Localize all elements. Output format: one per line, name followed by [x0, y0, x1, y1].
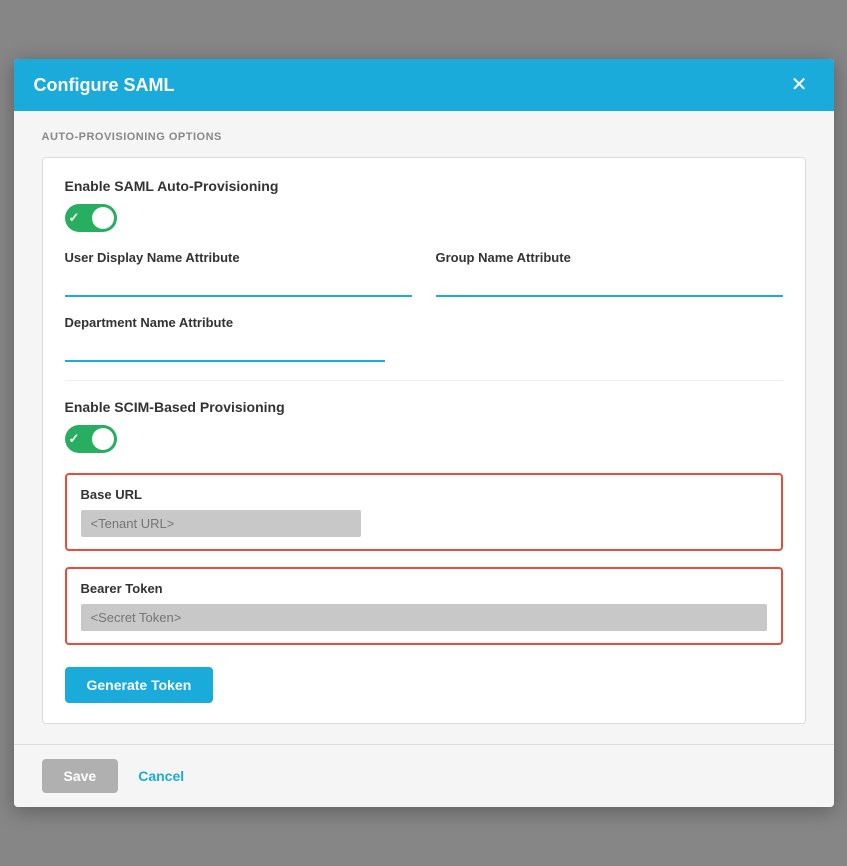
- enable-scim-label: Enable SCIM-Based Provisioning: [65, 399, 783, 415]
- divider-1: [65, 380, 783, 381]
- options-card: Enable SAML Auto-Provisioning ✓ User Dis…: [42, 157, 806, 724]
- department-name-group: Department Name Attribute: [65, 315, 385, 362]
- configure-saml-modal: Configure SAML ✕ AUTO-PROVISIONING OPTIO…: [14, 59, 834, 807]
- user-display-name-group: User Display Name Attribute: [65, 250, 412, 297]
- user-display-name-input[interactable]: [65, 271, 412, 297]
- enable-saml-toggle[interactable]: ✓: [65, 204, 783, 232]
- group-name-label: Group Name Attribute: [436, 250, 783, 265]
- scim-toggle-check-icon: ✓: [69, 431, 80, 447]
- bearer-token-label: Bearer Token: [81, 581, 767, 596]
- cancel-button[interactable]: Cancel: [138, 768, 184, 784]
- bearer-token-box: Bearer Token: [65, 567, 783, 645]
- scim-toggle-track: ✓: [65, 425, 117, 453]
- toggle-track: ✓: [65, 204, 117, 232]
- toggle-thumb: [92, 207, 114, 229]
- modal-title: Configure SAML: [34, 75, 175, 96]
- modal-overlay: Configure SAML ✕ AUTO-PROVISIONING OPTIO…: [0, 0, 847, 866]
- close-button[interactable]: ✕: [785, 73, 814, 97]
- modal-body: AUTO-PROVISIONING OPTIONS Enable SAML Au…: [14, 111, 834, 744]
- fields-row-2: Department Name Attribute: [65, 315, 783, 362]
- enable-scim-toggle[interactable]: ✓: [65, 425, 783, 453]
- enable-saml-label: Enable SAML Auto-Provisioning: [65, 178, 783, 194]
- group-name-group: Group Name Attribute: [436, 250, 783, 297]
- base-url-box: Base URL: [65, 473, 783, 551]
- user-display-name-label: User Display Name Attribute: [65, 250, 412, 265]
- modal-header: Configure SAML ✕: [14, 59, 834, 111]
- toggle-check-icon: ✓: [69, 210, 80, 226]
- section-title: AUTO-PROVISIONING OPTIONS: [42, 131, 806, 143]
- base-url-input[interactable]: [81, 510, 361, 537]
- fields-row-1: User Display Name Attribute Group Name A…: [65, 250, 783, 297]
- modal-footer: Save Cancel: [14, 744, 834, 807]
- group-name-input[interactable]: [436, 271, 783, 297]
- department-name-input[interactable]: [65, 336, 385, 362]
- save-button[interactable]: Save: [42, 759, 119, 793]
- generate-token-button[interactable]: Generate Token: [65, 667, 214, 703]
- bearer-token-input[interactable]: [81, 604, 767, 631]
- scim-toggle-thumb: [92, 428, 114, 450]
- base-url-label: Base URL: [81, 487, 767, 502]
- department-name-label: Department Name Attribute: [65, 315, 385, 330]
